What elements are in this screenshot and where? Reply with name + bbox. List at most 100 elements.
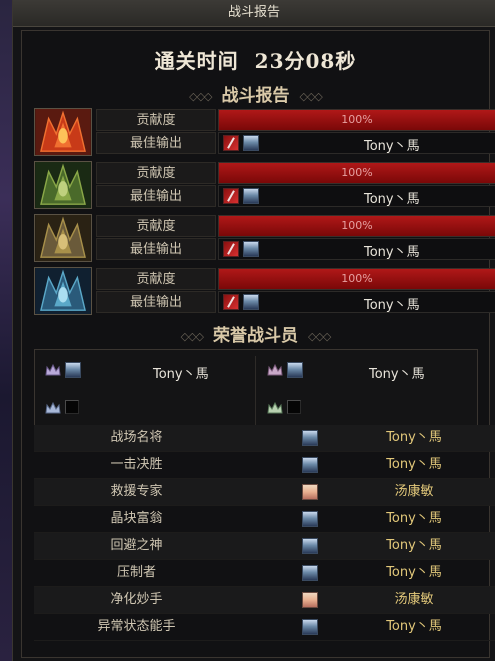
clear-time-value: 23分08秒 [254,49,357,73]
best-output-cell[interactable]: Tony丶馬 [218,238,495,260]
gold-boss-icon [34,214,92,262]
contribution-value: 100% [341,113,373,126]
award-title: 回避之神 [110,538,163,553]
player-avatar [65,362,81,378]
report-panel: 通关时间 23分08秒 ◇◇◇ 战斗报告 ◇◇◇ 贡献度 100% 最佳输出 Tony丶馬贡… [21,30,495,658]
award-player-name: Tony丶馬 [386,619,442,634]
contribution-bar: 100% [218,109,495,131]
award-player-name: 汤康敏 [394,592,434,607]
clear-time: 通关时间 23分08秒 [22,45,489,74]
clear-time-label: 通关时间 [154,49,239,73]
award-row[interactable]: 一击决胜 Tony丶馬 [34,452,495,479]
player-avatar [302,619,318,635]
contribution-value: 100% [341,166,373,179]
ornament-left-icon: ◇◇◇ [189,90,212,103]
crown-icon [45,402,61,414]
boss-row: 贡献度 100% 最佳输出 Tony丶馬 [34,107,495,159]
player-avatar [302,430,318,446]
divider [255,356,256,426]
award-row[interactable]: 净化妙手 汤康敏 [34,587,495,614]
ornament-left-icon: ◇◇◇ [180,330,204,343]
award-title: 异常状态能手 [97,619,176,634]
award-title: 净化妙手 [110,592,163,607]
player-avatar [302,484,318,500]
best-output-label: 最佳输出 [96,238,216,260]
class-icon [223,294,239,310]
honor-fighters-box: Tony丶馬 Tony丶馬 [34,349,478,433]
award-row[interactable]: 救援专家 汤康敏 [34,479,495,506]
report-section-title: ◇◇◇ 战斗报告 ◇◇◇ [22,81,489,106]
ornament-right-icon: ◇◇◇ [308,330,331,343]
award-row[interactable]: 压制者 Tony丶馬 [34,560,495,587]
award-player-name: Tony丶馬 [386,538,442,553]
player-avatar [302,592,318,608]
ornament-right-icon: ◇◇◇ [299,90,323,103]
honor-slot-empty[interactable] [257,390,475,428]
best-player-name: Tony丶馬 [364,139,420,154]
player-avatar [302,457,318,473]
window-title[interactable]: 战斗报告 [13,0,495,27]
honor-player-name: Tony丶馬 [369,367,425,382]
contribution-bar: 100% [218,215,495,237]
green-boss-icon [34,161,92,209]
award-player-name: Tony丶馬 [386,457,442,472]
class-icon [223,188,239,204]
boss-row: 贡献度 100% 最佳输出 Tony丶馬 [34,266,495,318]
contribution-value: 100% [341,219,373,232]
award-player-name: 汤康敏 [394,484,434,499]
player-avatar [243,188,259,204]
award-row[interactable]: 回避之神 Tony丶馬 [34,533,495,560]
honor-section-title: ◇◇◇ 荣誉战斗员 ◇◇◇ [22,321,489,346]
award-player-name: Tony丶馬 [386,565,442,580]
best-player-name: Tony丶馬 [364,298,420,313]
contribution-label: 贡献度 [96,109,216,131]
award-player-name: Tony丶馬 [386,430,442,445]
crown-icon [267,364,283,376]
blue-boss-icon [34,267,92,315]
honor-title: 荣誉战斗员 [213,326,298,346]
battle-report-window: 战斗报告 通关时间 23分08秒 ◇◇◇ 战斗报告 ◇◇◇ 贡献度 100% 最佳输出 To… [12,0,495,661]
report-title: 战斗报告 [221,86,290,106]
award-title: 一击决胜 [110,457,163,472]
award-title: 救援专家 [110,484,163,499]
class-icon [223,135,239,151]
player-avatar [243,294,259,310]
best-output-label: 最佳输出 [96,291,216,313]
award-row[interactable]: 晶块富翁 Tony丶馬 [34,506,495,533]
best-player-name: Tony丶馬 [364,192,420,207]
award-title: 晶块富翁 [110,511,163,526]
player-avatar [243,241,259,257]
empty-avatar-slot [287,400,301,414]
award-title: 战场名将 [110,430,163,445]
player-avatar [302,565,318,581]
honor-slot-empty[interactable] [35,390,253,428]
best-output-cell[interactable]: Tony丶馬 [218,291,495,313]
boss-row: 贡献度 100% 最佳输出 Tony丶馬 [34,213,495,265]
best-output-label: 最佳输出 [96,132,216,154]
best-output-cell[interactable]: Tony丶馬 [218,185,495,207]
crown-icon [45,364,61,376]
honor-slot[interactable]: Tony丶馬 [257,352,475,390]
player-avatar [302,511,318,527]
player-avatar [287,362,303,378]
honor-slot[interactable]: Tony丶馬 [35,352,253,390]
best-output-label: 最佳输出 [96,185,216,207]
player-avatar [243,135,259,151]
contribution-label: 贡献度 [96,215,216,237]
award-row[interactable]: 战场名将 Tony丶馬 [34,425,495,452]
best-player-name: Tony丶馬 [364,245,420,260]
red-boss-icon [34,108,92,156]
award-title: 压制者 [116,565,156,580]
award-player-name: Tony丶馬 [386,511,442,526]
class-icon [223,241,239,257]
contribution-bar: 100% [218,162,495,184]
honor-player-name: Tony丶馬 [153,367,209,382]
contribution-label: 贡献度 [96,162,216,184]
crown-icon [267,402,283,414]
award-row[interactable]: 异常状态能手 Tony丶馬 [34,614,495,641]
best-output-cell[interactable]: Tony丶馬 [218,132,495,154]
contribution-bar: 100% [218,268,495,290]
contribution-value: 100% [341,272,373,285]
contribution-label: 贡献度 [96,268,216,290]
boss-row: 贡献度 100% 最佳输出 Tony丶馬 [34,160,495,212]
